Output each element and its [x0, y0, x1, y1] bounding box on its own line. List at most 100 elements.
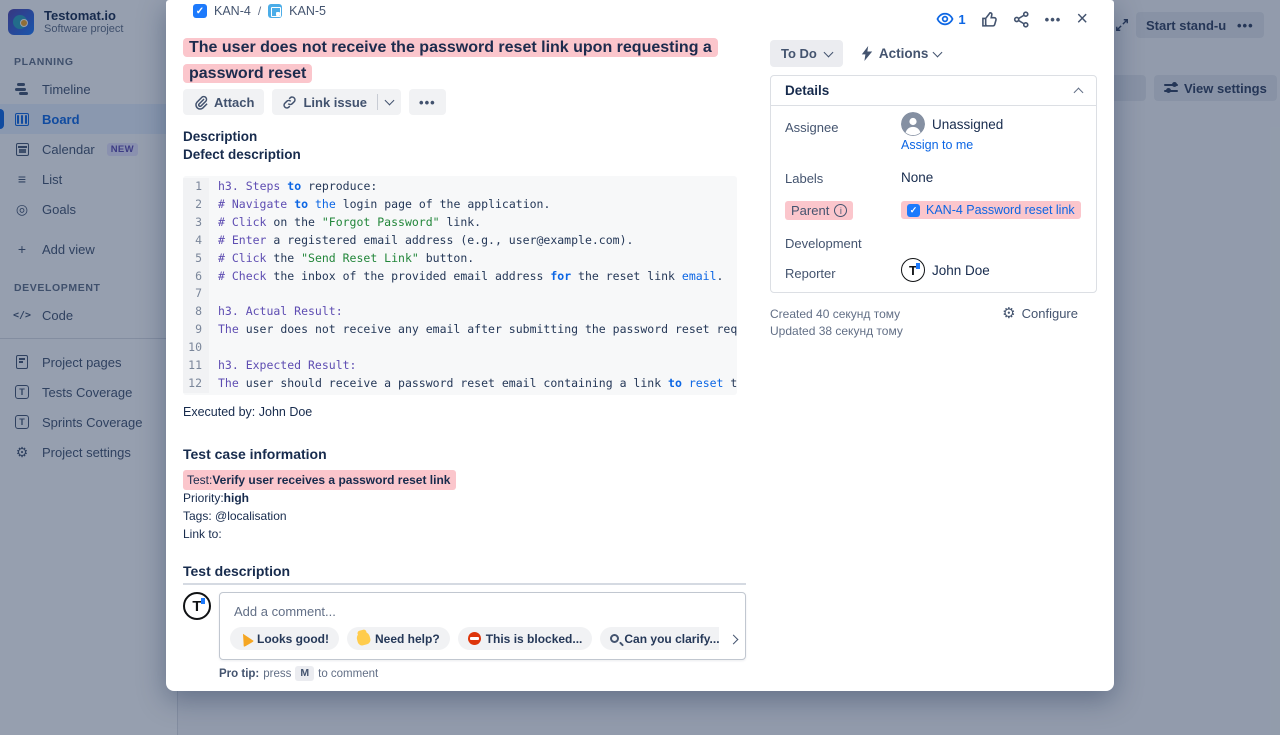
- line-number: 1: [183, 178, 209, 196]
- code-line: 9The user does not receive any email aft…: [183, 321, 737, 339]
- comment-input[interactable]: Add a comment...: [234, 604, 336, 619]
- quick-reply-label: This is blocked...: [486, 632, 583, 646]
- pro-tip-press: press: [263, 668, 291, 680]
- app-root: Testomat.io Software project PLANNING Ti…: [0, 0, 1280, 735]
- share-icon[interactable]: [1013, 11, 1030, 28]
- line-number: 9: [183, 321, 209, 339]
- issue-toolbar: Attach Link issue •••: [183, 89, 446, 115]
- status-dropdown[interactable]: To Do: [770, 40, 843, 67]
- parent-value-highlight: ✓ KAN-4 Password reset link: [901, 201, 1081, 219]
- code-text: The user should receive a password reset…: [209, 375, 737, 393]
- modal-header-icons: 1 ••• ×: [936, 10, 1088, 28]
- code-text: # Check the inbox of the provided email …: [209, 268, 723, 286]
- quick-replies-next-button[interactable]: [730, 631, 737, 646]
- modal-more-button[interactable]: •••: [1045, 12, 1062, 27]
- configure-button[interactable]: ⚙ Configure: [1002, 306, 1078, 321]
- code-text: # Click on the "Forgot Password" link.: [209, 214, 481, 232]
- wave-icon: [356, 631, 372, 647]
- link-issue-dropdown[interactable]: [378, 89, 401, 115]
- code-line: 11h3. Expected Result:: [183, 357, 737, 375]
- toolbar-more-button[interactable]: •••: [409, 89, 446, 115]
- reporter-value[interactable]: T John Doe: [901, 258, 990, 282]
- attach-label: Attach: [214, 95, 254, 110]
- actions-dropdown[interactable]: Actions: [861, 46, 942, 61]
- pro-tip-label: Pro tip:: [219, 668, 259, 680]
- parent-label-text: Parent: [791, 203, 829, 218]
- link-issue-group: Link issue: [272, 89, 401, 115]
- reporter-name: John Doe: [932, 263, 990, 278]
- code-text: h3. Actual Result:: [209, 303, 343, 321]
- parent-label-highlight: Parent i: [785, 201, 853, 220]
- parent-value[interactable]: ✓ KAN-4 Password reset link: [901, 201, 1081, 219]
- attach-button[interactable]: Attach: [183, 89, 264, 115]
- code-line: 5# Click the "Send Reset Link" button.: [183, 250, 737, 268]
- issue-title[interactable]: The user does not receive the password r…: [183, 35, 739, 87]
- created-timestamp: Created 40 секунд тому: [770, 307, 900, 321]
- close-icon[interactable]: ×: [1076, 11, 1088, 28]
- executed-by: Executed by: John Doe: [183, 405, 312, 419]
- description-heading: Description: [183, 128, 301, 146]
- details-panel-header[interactable]: Details: [771, 76, 1096, 106]
- chevron-down-icon: [385, 96, 395, 106]
- status-label: To Do: [781, 46, 817, 61]
- code-lines: 1h3. Steps to reproduce:2# Navigate to t…: [183, 178, 737, 393]
- priority-value: high: [224, 489, 249, 507]
- line-number: 12: [183, 375, 209, 393]
- assignee-name: Unassigned: [932, 117, 1003, 132]
- quick-reply-button[interactable]: Need help?: [347, 627, 450, 650]
- watch-button[interactable]: 1: [936, 10, 965, 28]
- development-label: Development: [785, 236, 862, 251]
- chevron-down-icon: [823, 47, 833, 57]
- code-line: 8h3. Actual Result:: [183, 303, 737, 321]
- priority-row: Priority: high: [183, 489, 456, 507]
- test-label: Test:: [187, 471, 212, 489]
- configure-label: Configure: [1022, 306, 1078, 321]
- unassigned-avatar-icon: [901, 112, 925, 136]
- labels-value[interactable]: None: [901, 170, 933, 185]
- line-number: 10: [183, 339, 209, 357]
- gear-icon: ⚙: [1002, 306, 1015, 321]
- pro-tip-rest: to comment: [318, 668, 378, 680]
- code-text: # Navigate to the login page of the appl…: [209, 196, 550, 214]
- task-type-icon: ✓: [193, 4, 207, 18]
- chevron-right-icon: [729, 635, 739, 645]
- defect-description-heading: Defect description: [183, 146, 301, 164]
- tags-row: Tags: @localisation: [183, 507, 456, 525]
- quick-reply-button[interactable]: Looks good!: [230, 627, 339, 650]
- eye-icon: [936, 10, 954, 28]
- breadcrumb: ✓ KAN-4 / KAN-5: [193, 4, 326, 18]
- code-line: 10: [183, 339, 737, 357]
- quick-reply-button[interactable]: Can you clarify...?: [600, 627, 719, 650]
- code-block[interactable]: 1h3. Steps to reproduce:2# Navigate to t…: [183, 176, 737, 395]
- code-text: [209, 339, 225, 357]
- comment-box[interactable]: Add a comment... Looks good! Need help? Th…: [219, 592, 746, 660]
- test-row: Test: Verify user receives a password re…: [183, 471, 456, 489]
- reporter-label: Reporter: [785, 266, 836, 281]
- assign-to-me-link[interactable]: Assign to me: [901, 138, 973, 152]
- avatar: T: [183, 592, 211, 620]
- breadcrumb-parent-link[interactable]: KAN-4: [214, 4, 251, 18]
- watch-count: 1: [958, 12, 965, 27]
- test-case-info-heading: Test case information: [183, 446, 327, 462]
- like-button[interactable]: [981, 11, 998, 28]
- link-issue-button[interactable]: Link issue: [272, 89, 377, 115]
- details-heading: Details: [785, 83, 829, 98]
- breadcrumb-current-link[interactable]: KAN-5: [289, 4, 326, 18]
- priority-label: Priority:: [183, 489, 224, 507]
- paperclip-icon: [193, 95, 208, 110]
- task-type-icon: ✓: [907, 204, 920, 217]
- quick-reply-label: Can you clarify...?: [624, 632, 719, 646]
- subtask-type-icon: [268, 4, 282, 18]
- quick-replies: Looks good! Need help? This is blocked... C…: [230, 627, 719, 650]
- quick-reply-label: Looks good!: [257, 632, 329, 646]
- code-line: 6# Check the inbox of the provided email…: [183, 268, 737, 286]
- lightning-icon: [861, 46, 873, 61]
- assignee-value[interactable]: Unassigned: [901, 112, 1003, 136]
- link-to-row: Link to:: [183, 525, 456, 543]
- quick-reply-button[interactable]: This is blocked...: [458, 627, 593, 650]
- parent-link: KAN-4 Password reset link: [926, 203, 1075, 217]
- updated-timestamp: Updated 38 секунд тому: [770, 324, 903, 338]
- link-issue-label: Link issue: [303, 95, 367, 110]
- code-text: h3. Steps to reproduce:: [209, 178, 377, 196]
- party-icon: [238, 630, 254, 646]
